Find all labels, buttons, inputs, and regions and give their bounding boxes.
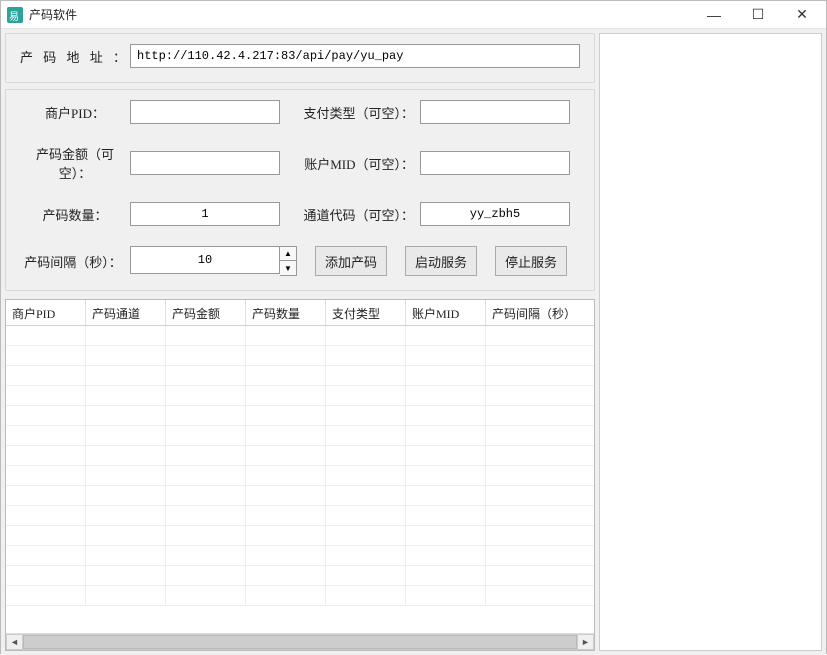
table-body[interactable] — [6, 326, 594, 633]
url-group: 产码地址： — [5, 33, 595, 83]
th-mid[interactable]: 账户MID — [406, 300, 486, 325]
channel-label: 通道代码（可空）： — [290, 205, 420, 224]
window-title: 产码软件 — [29, 6, 77, 23]
channel-input[interactable] — [420, 202, 570, 226]
scroll-track[interactable] — [23, 634, 577, 650]
th-channel[interactable]: 产码通道 — [86, 300, 166, 325]
th-interval[interactable]: 产码间隔（秒） — [486, 300, 594, 325]
table-row[interactable] — [6, 426, 594, 446]
qty-input[interactable] — [130, 202, 280, 226]
th-paytype[interactable]: 支付类型 — [326, 300, 406, 325]
amount-label: 产码金额（可空）： — [20, 144, 130, 182]
qty-label: 产码数量： — [20, 205, 130, 224]
url-input[interactable] — [130, 44, 580, 68]
spinner-up-icon[interactable]: ▲ — [280, 247, 296, 261]
params-group: 商户PID： 支付类型（可空）： 产码金额（可空）： 账户MID（可空）： 产码… — [5, 89, 595, 291]
table-row[interactable] — [6, 386, 594, 406]
start-button[interactable]: 启动服务 — [405, 246, 477, 276]
horizontal-scrollbar[interactable]: ◄ ► — [6, 633, 594, 650]
right-panel — [599, 33, 822, 651]
th-qty[interactable]: 产码数量 — [246, 300, 326, 325]
table-row[interactable] — [6, 506, 594, 526]
table-header: 商户PID 产码通道 产码金额 产码数量 支付类型 账户MID 产码间隔（秒） — [6, 300, 594, 326]
spinner-down-icon[interactable]: ▼ — [280, 261, 296, 275]
left-panel: 产码地址： 商户PID： 支付类型（可空）： 产码金额（可空）： 账户MID（可… — [5, 33, 595, 651]
interval-label: 产码间隔（秒）： — [20, 252, 130, 271]
table-row[interactable] — [6, 546, 594, 566]
url-label: 产码地址： — [20, 47, 130, 66]
table-row[interactable] — [6, 586, 594, 606]
pid-input[interactable] — [130, 100, 280, 124]
stop-button[interactable]: 停止服务 — [495, 246, 567, 276]
interval-spinner: ▲ ▼ — [130, 246, 297, 276]
table-row[interactable] — [6, 406, 594, 426]
th-pid[interactable]: 商户PID — [6, 300, 86, 325]
table-row[interactable] — [6, 466, 594, 486]
maximize-button[interactable]: ☐ — [736, 1, 780, 29]
close-button[interactable]: ✕ — [780, 1, 824, 29]
paytype-input[interactable] — [420, 100, 570, 124]
app-icon — [7, 7, 23, 23]
table-row[interactable] — [6, 486, 594, 506]
table-row[interactable] — [6, 346, 594, 366]
mid-input[interactable] — [420, 151, 570, 175]
scroll-thumb[interactable] — [23, 635, 577, 649]
mid-label: 账户MID（可空）： — [290, 154, 420, 173]
add-button[interactable]: 添加产码 — [315, 246, 387, 276]
scroll-left-icon[interactable]: ◄ — [6, 634, 23, 650]
table-row[interactable] — [6, 366, 594, 386]
pid-label: 商户PID： — [20, 103, 130, 122]
client-area: 产码地址： 商户PID： 支付类型（可空）： 产码金额（可空）： 账户MID（可… — [1, 29, 826, 655]
interval-input[interactable] — [130, 246, 280, 274]
table-row[interactable] — [6, 526, 594, 546]
table-row[interactable] — [6, 566, 594, 586]
amount-input[interactable] — [130, 151, 280, 175]
minimize-button[interactable]: — — [692, 1, 736, 29]
titlebar: 产码软件 — ☐ ✕ — [1, 1, 826, 29]
th-amount[interactable]: 产码金额 — [166, 300, 246, 325]
table-row[interactable] — [6, 326, 594, 346]
data-table: 商户PID 产码通道 产码金额 产码数量 支付类型 账户MID 产码间隔（秒） … — [5, 299, 595, 651]
table-row[interactable] — [6, 446, 594, 466]
paytype-label: 支付类型（可空）： — [290, 103, 420, 122]
scroll-right-icon[interactable]: ► — [577, 634, 594, 650]
